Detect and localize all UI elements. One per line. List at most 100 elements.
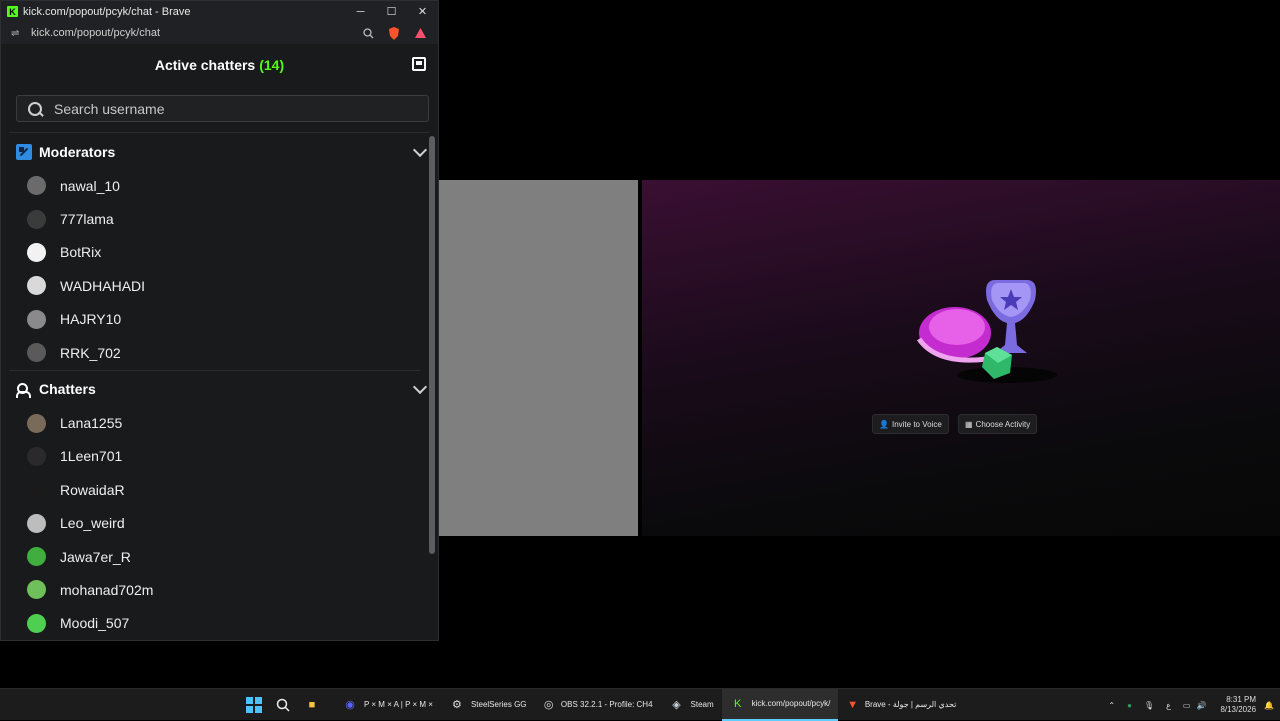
username: mohanad702m [60,581,154,598]
moderators-list: nawal_10 777lama BotRix WADHAHADI HAJRY10 RRK… [1,169,428,369]
invite-label: Invite to Voice [891,419,942,429]
chevron-up-icon[interactable]: ⌃ [1108,701,1115,710]
avatar [27,343,46,363]
chevron-down-icon[interactable] [412,380,428,395]
user-row[interactable]: 777lama [1,202,428,235]
user-row[interactable]: HAJRY10 [1,303,428,336]
language-indicator[interactable]: ع [1166,701,1171,710]
divider [9,132,429,133]
brave-shields-icon[interactable] [386,26,402,40]
choose-activity-button[interactable]: ▦ Choose Activity [958,414,1038,434]
user-plus-icon: 👤 [879,419,889,429]
kick-icon: K [733,697,742,710]
user-row[interactable]: BotRix [1,236,428,269]
username: Leo_weird [60,515,125,532]
section-label: Chatters [39,381,96,398]
brave-rewards-icon[interactable] [412,26,428,40]
window-title: kick.com/popout/pcyk/chat - Brave [23,5,191,18]
section-chatters[interactable]: Chatters [1,372,428,406]
taskbar-app-label: SteelSeries GG [470,700,527,709]
user-row[interactable]: RRK_702 [1,336,428,369]
search-icon [276,698,290,712]
taskbar-app-obs[interactable]: ◎ OBS 32.2.1 - Profile: CH4 [535,689,661,721]
address-bar[interactable]: ⇌ kick.com/popout/pcyk/chat [1,22,438,44]
avatar [27,613,46,633]
user-row[interactable]: Leo_weird [1,507,428,540]
search-box[interactable] [16,95,429,122]
username: 777lama [60,211,114,228]
tray-app-icon[interactable]: ● [1127,701,1132,710]
section-moderators[interactable]: Moderators [1,135,428,169]
popout-toggle-icon[interactable] [412,57,426,71]
site-info-icon[interactable]: ⇌ [11,28,23,39]
taskbar-app-kick[interactable]: Kkick.com/popout/pcyk/ [721,688,839,721]
chatters-list[interactable]: Moderators nawal_10 777lama BotRix WADHAHAD… [1,135,428,640]
taskbar-app-brave[interactable]: ▼ Brave - تحدي الرسم | جولة [838,689,964,721]
minimize-button[interactable]: ─ [345,6,376,18]
windows-icon [246,696,262,713]
microphone-icon[interactable]: 🎙 [1144,701,1154,710]
desktop: K kick.com/popout/pcyk/chat - Brave ─ ☐ … [0,0,1280,688]
avatar [27,513,46,533]
invite-to-voice-button[interactable]: 👤 Invite to Voice [872,414,949,434]
taskbar-app-label: Steam [690,700,714,709]
avatar [27,276,46,296]
volume-icon[interactable]: 🔊 [1196,701,1206,710]
username: 1Leen701 [60,448,123,465]
maximize-button[interactable]: ☐ [376,5,407,18]
steam-icon: ◈ [672,699,681,711]
avatar [27,480,46,500]
folder-icon: ■ [308,698,316,711]
start-button[interactable] [246,689,264,721]
panel-title: Active chatters [154,57,256,73]
video-placeholder [439,180,638,536]
chevron-down-icon[interactable] [412,142,428,158]
taskbar-app-label: P × M × A | P × M × [364,700,433,709]
taskbar-apps: ◉ P × M × A | P × M × ⚙ SteelSeries GG ◎ OBS … [334,688,964,721]
zoom-icon[interactable] [360,26,376,40]
username: RRK_702 [60,344,121,361]
search-icon [27,101,43,117]
username: WADHAHADI [60,277,146,294]
file-explorer-button[interactable]: ■ [306,689,324,721]
taskbar: ■ ◉ P × M × A | P × M × ⚙ SteelSeries GG ◎ OB… [0,688,1280,721]
system-tray: ⌃ ● 🎙 ع ▭ 🔊 8:31 PM 8/13/2026 🔔 [1108,689,1274,721]
username: HAJRY10 [60,311,122,328]
user-row[interactable]: RowaidaR [1,473,428,506]
kick-logo-icon: K [7,6,18,17]
taskbar-app-label: OBS 32.2.1 - Profile: CH4 [560,700,653,709]
notification-bell-icon[interactable]: 🔔 [1264,701,1274,710]
user-row[interactable]: mohanad702m [1,573,428,606]
username: RowaidaR [60,481,125,498]
user-row[interactable]: 1Leen701 [1,440,428,473]
username: Lana1255 [60,415,123,432]
active-chatters-panel: Active chatters (14) Moderators nawal_10… [1,44,438,640]
title-bar: K kick.com/popout/pcyk/chat - Brave ─ ☐ … [1,1,438,22]
taskbar-app-steam[interactable]: ◈ Steam [661,689,722,721]
url-text[interactable]: kick.com/popout/pcyk/chat [31,27,360,39]
chatter-count: (14) [259,57,285,73]
date: 8/13/2026 [1220,705,1257,714]
user-row[interactable]: Jawa7er_R [1,540,428,573]
user-row[interactable]: Lana1255 [1,406,428,439]
network-icon[interactable]: ▭ [1183,701,1191,710]
user-row[interactable]: WADHAHADI [1,269,428,302]
taskbar-app-discord[interactable]: ◉ P × M × A | P × M × [334,689,441,721]
taskbar-app-label: kick.com/popout/pcyk/ [751,699,831,708]
divider [9,370,420,372]
search-taskbar-button[interactable] [276,689,294,721]
clock[interactable]: 8:31 PM 8/13/2026 [1220,695,1256,715]
username: Moodi_507 [60,615,130,632]
close-button[interactable]: ✕ [407,5,438,18]
trophy-illustration [916,280,1057,383]
user-row[interactable]: nawal_10 [1,169,428,202]
scrollbar[interactable] [429,136,435,554]
search-input[interactable] [54,100,394,117]
grid-icon: ▦ [965,419,973,429]
taskbar-app-steelseries[interactable]: ⚙ SteelSeries GG [441,689,535,721]
discord-icon: ◉ [345,699,355,711]
avatar [27,446,46,466]
user-row[interactable]: Moodi_507 [1,607,428,640]
username: BotRix [60,244,102,261]
panel-header: Active chatters (14) [1,44,438,86]
